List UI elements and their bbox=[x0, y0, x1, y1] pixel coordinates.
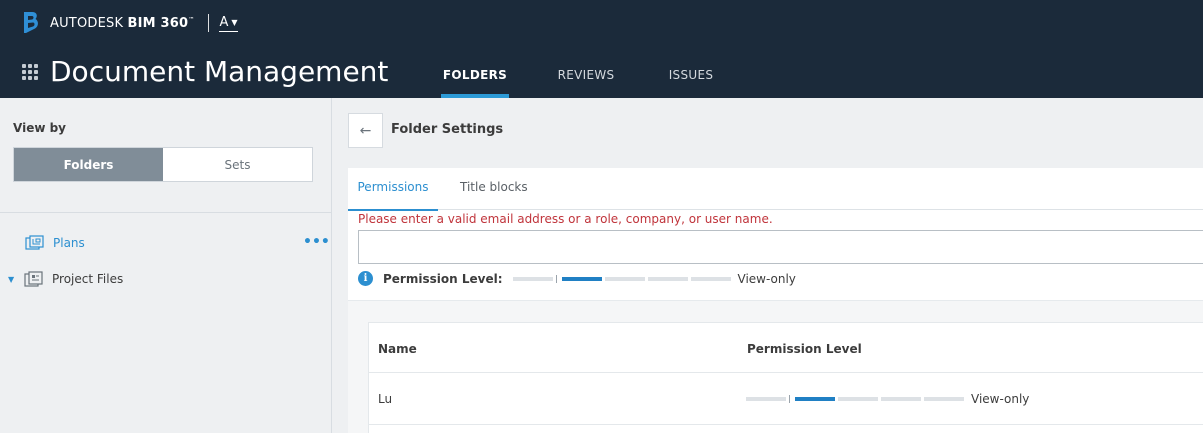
level-segment[interactable] bbox=[512, 276, 553, 281]
member-search-input[interactable] bbox=[358, 230, 1203, 264]
view-by-label: View by bbox=[13, 121, 67, 135]
tab-folders[interactable]: FOLDERS bbox=[441, 60, 509, 98]
tree-item-label: Project Files bbox=[52, 272, 124, 286]
tree-item-label: Plans bbox=[53, 236, 85, 250]
plans-icon bbox=[25, 235, 44, 250]
table-row[interactable]: Lu View-only bbox=[369, 373, 1203, 425]
permission-level-label: Permission Level: bbox=[383, 271, 503, 286]
settings-tabs: Permissions Title blocks bbox=[348, 168, 1203, 211]
level-segment[interactable] bbox=[924, 397, 964, 401]
top-nav: FOLDERS REVIEWS ISSUES bbox=[441, 60, 721, 98]
app-switcher-grid-icon[interactable] bbox=[22, 64, 38, 80]
app-title: Document Management bbox=[50, 55, 389, 88]
caret-down-icon[interactable]: ▼ bbox=[8, 275, 18, 284]
brand-name: AUTODESK BIM 360™ bbox=[50, 15, 195, 31]
brand[interactable]: AUTODESK BIM 360™ A ▼ bbox=[22, 10, 238, 36]
back-button[interactable]: ← bbox=[348, 113, 383, 148]
members-table: Name Permission Level Lu View-only bbox=[368, 322, 1203, 433]
brand-separator bbox=[208, 14, 210, 32]
more-options-icon[interactable]: ••• bbox=[303, 234, 330, 250]
brand-product: BIM 360 bbox=[127, 15, 189, 31]
sidebar: View by Folders Sets Plans ••• ▼ Project… bbox=[0, 98, 332, 433]
info-icon[interactable]: i bbox=[358, 271, 373, 286]
level-segment[interactable] bbox=[604, 276, 645, 281]
permission-level-value: View-only bbox=[737, 271, 796, 286]
arrow-left-icon: ← bbox=[359, 122, 372, 139]
tree-item-project-files[interactable]: ▼ Project Files bbox=[8, 271, 123, 287]
view-by-sets-button[interactable]: Sets bbox=[163, 148, 312, 181]
page-title: Folder Settings bbox=[391, 122, 504, 137]
table-header: Name Permission Level bbox=[369, 323, 1203, 373]
validation-error: Please enter a valid email address or a … bbox=[358, 212, 773, 226]
account-label: A bbox=[219, 14, 229, 30]
tab-issues[interactable]: ISSUES bbox=[661, 60, 721, 98]
level-segment[interactable] bbox=[746, 397, 786, 401]
tree-item-plans[interactable]: Plans bbox=[25, 235, 85, 251]
brand-company: AUTODESK bbox=[50, 15, 124, 31]
permission-level-selector[interactable] bbox=[512, 274, 734, 283]
bim360-logo-icon bbox=[24, 12, 38, 33]
permission-level-selector[interactable] bbox=[746, 395, 967, 403]
member-permission-value: View-only bbox=[971, 392, 1030, 406]
level-segment[interactable] bbox=[647, 276, 688, 281]
permission-level-row: i Permission Level: View-only bbox=[358, 271, 796, 286]
level-segment[interactable] bbox=[881, 397, 921, 401]
level-divider bbox=[789, 395, 790, 403]
account-selector[interactable]: A ▼ bbox=[219, 14, 238, 32]
column-header-name[interactable]: Name bbox=[378, 342, 417, 356]
top-bar: AUTODESK BIM 360™ A ▼ Document Managemen… bbox=[0, 0, 1203, 98]
member-name: Lu bbox=[378, 392, 393, 406]
level-segment-active[interactable] bbox=[561, 276, 602, 281]
level-segment[interactable] bbox=[838, 397, 878, 401]
level-segment[interactable] bbox=[690, 276, 731, 281]
tab-reviews[interactable]: REVIEWS bbox=[551, 60, 621, 98]
tab-title-blocks[interactable]: Title blocks bbox=[460, 168, 556, 210]
sidebar-divider bbox=[0, 212, 332, 213]
level-segment-active[interactable] bbox=[795, 397, 835, 401]
member-permission: View-only bbox=[746, 392, 1029, 406]
view-by-toggle: Folders Sets bbox=[13, 147, 313, 182]
tab-permissions[interactable]: Permissions bbox=[348, 168, 438, 211]
view-by-folders-button[interactable]: Folders bbox=[14, 148, 163, 181]
chevron-down-icon: ▼ bbox=[231, 17, 238, 27]
level-divider bbox=[555, 274, 557, 283]
column-header-permission-level[interactable]: Permission Level bbox=[747, 342, 862, 356]
project-files-icon bbox=[24, 271, 43, 287]
